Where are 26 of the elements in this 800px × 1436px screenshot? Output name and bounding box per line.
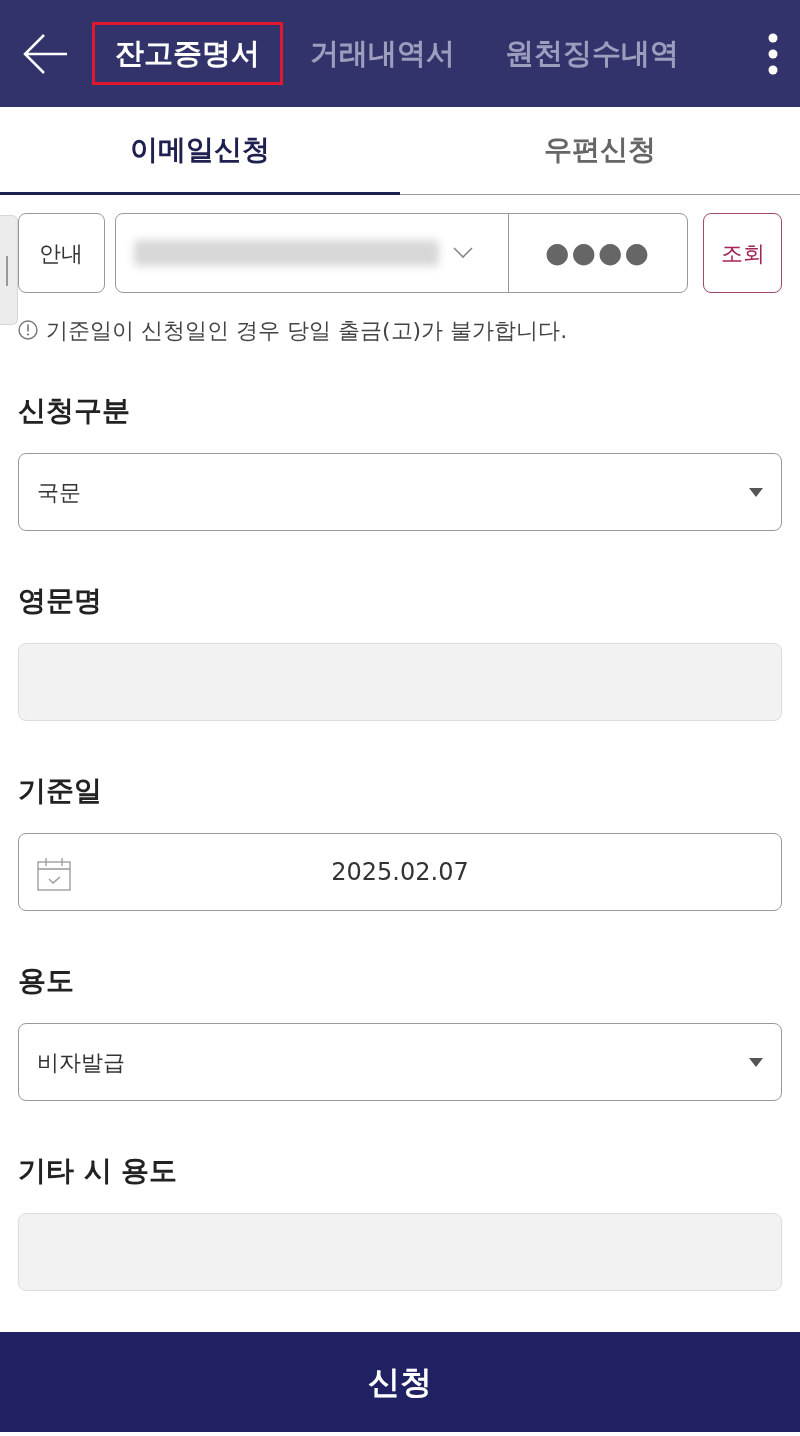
header-tab[interactable]: 원천징수내역 (482, 21, 702, 86)
back-arrow-icon (22, 33, 68, 74)
date-field[interactable]: 2025.02.07 (18, 833, 782, 911)
header-tab[interactable]: 잔고증명서 (92, 21, 283, 86)
more-menu-button[interactable] (768, 32, 778, 75)
dropdown-caret-icon (749, 1057, 763, 1067)
field-label: 영문명 (18, 584, 102, 617)
field-label: 기준일 (18, 774, 102, 807)
lookup-button[interactable]: 조회 (703, 213, 782, 293)
select-field[interactable]: 비자발급 (18, 1023, 782, 1101)
select-field[interactable]: 국문 (18, 453, 782, 531)
submit-button[interactable]: 신청 (0, 1332, 800, 1432)
sub-tab[interactable]: 우편신청 (400, 107, 800, 195)
dropdown-caret-icon (749, 487, 763, 497)
kebab-menu-icon (768, 32, 778, 75)
field-label: 기타 시 용도 (18, 1154, 178, 1187)
calendar-icon[interactable] (37, 857, 71, 891)
field-label: 용도 (18, 964, 74, 997)
header-tab[interactable]: 거래내역서 (287, 21, 478, 86)
field-label: 신청구분 (18, 394, 130, 427)
side-drawer-handle[interactable] (0, 215, 18, 325)
back-button[interactable] (22, 33, 68, 74)
notice-text: 기준일이 신청일인 경우 당일 출금(고)가 불가합니다. (46, 316, 568, 345)
guide-button[interactable]: 안내 (18, 213, 105, 293)
info-icon (18, 320, 38, 340)
sub-tab[interactable]: 이메일신청 (0, 107, 400, 195)
